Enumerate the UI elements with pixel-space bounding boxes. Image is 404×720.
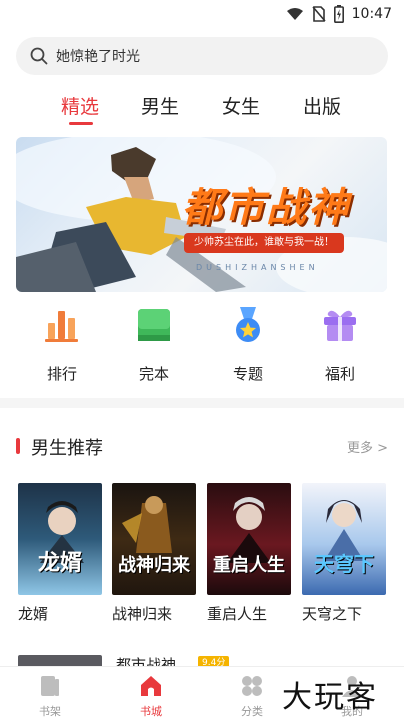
gift-icon: [324, 310, 356, 341]
book-card[interactable]: 龙婿 龙婿: [18, 483, 102, 624]
channel-tabs: 精选 男生 女生 出版: [0, 88, 404, 128]
book-title: 战神归来: [112, 605, 173, 623]
tab-published[interactable]: 出版: [303, 92, 341, 119]
category-topics[interactable]: 专题: [218, 305, 278, 384]
category-welfare[interactable]: 福利: [310, 305, 370, 384]
search-icon: [30, 47, 48, 65]
category-complete[interactable]: 完本: [124, 305, 184, 384]
more-link[interactable]: 更多 >: [347, 437, 388, 456]
book-card[interactable]: 重启人生 重启人生: [207, 483, 291, 624]
book-cover-title: 天穹下: [314, 552, 374, 576]
nav-label: 书架: [39, 705, 61, 718]
no-sim-icon: [312, 6, 326, 22]
category-label: 排行: [46, 365, 77, 383]
battery-icon: [333, 5, 344, 23]
book-cover-title: 战神归来: [118, 555, 190, 576]
banner-subtitle: 少帅苏尘在此，谁敢与我一战！: [184, 233, 344, 253]
book-title: 天穹之下: [302, 605, 363, 623]
section-divider: [0, 398, 404, 408]
search-bar[interactable]: 她惊艳了时光: [16, 37, 388, 75]
book-complete-icon: [138, 309, 170, 341]
nav-label: 书城: [140, 705, 162, 718]
book-cover: 天穹下: [302, 483, 386, 595]
category-label: 完本: [138, 365, 169, 383]
category-label: 福利: [324, 365, 355, 383]
book-cover-title: 重启人生: [213, 555, 285, 576]
tab-male[interactable]: 男生: [141, 92, 179, 119]
ranking-icon: [45, 311, 78, 342]
promo-banner[interactable]: 都市战神 少帅苏尘在此，谁敢与我一战！ DUSHIZHANSHEN: [16, 137, 387, 292]
banner-title: 都市战神: [182, 185, 350, 231]
category-ranking[interactable]: 排行: [32, 305, 92, 384]
nav-category[interactable]: 分类: [222, 673, 282, 719]
tab-featured[interactable]: 精选: [61, 92, 99, 119]
search-input[interactable]: 她惊艳了时光: [56, 46, 140, 66]
bookstore-icon: [141, 676, 161, 696]
book-cover: 重启人生: [207, 483, 291, 595]
wifi-icon: [286, 8, 303, 20]
category-label: 专题: [232, 365, 263, 383]
book-card[interactable]: 战神归来 战神归来: [112, 483, 196, 624]
status-time: 10:47: [351, 6, 392, 22]
medal-icon: [236, 307, 260, 342]
tab-female[interactable]: 女生: [222, 92, 260, 119]
book-title: 重启人生: [207, 605, 268, 623]
book-card[interactable]: 天穹下 天穹之下: [302, 483, 386, 624]
nav-bookstore[interactable]: 书城: [121, 673, 181, 719]
book-cover-title: 龙婿: [37, 551, 82, 576]
category-icon: [242, 676, 262, 696]
book-cover: 龙婿: [18, 483, 102, 595]
status-bar: 10:47: [0, 0, 404, 30]
bookshelf-icon: [41, 676, 59, 696]
nav-bookshelf[interactable]: 书架: [20, 673, 80, 719]
banner-pinyin: DUSHIZHANSHEN: [196, 263, 319, 272]
book-cover: 战神归来: [112, 483, 196, 595]
watermark-text: 大玩客: [282, 680, 378, 715]
tab-active-indicator: [69, 122, 93, 125]
nav-label: 分类: [241, 705, 263, 718]
section-accent-bar: [16, 438, 20, 454]
book-title: 龙婿: [18, 605, 49, 623]
section-title: 男生推荐: [31, 438, 103, 459]
